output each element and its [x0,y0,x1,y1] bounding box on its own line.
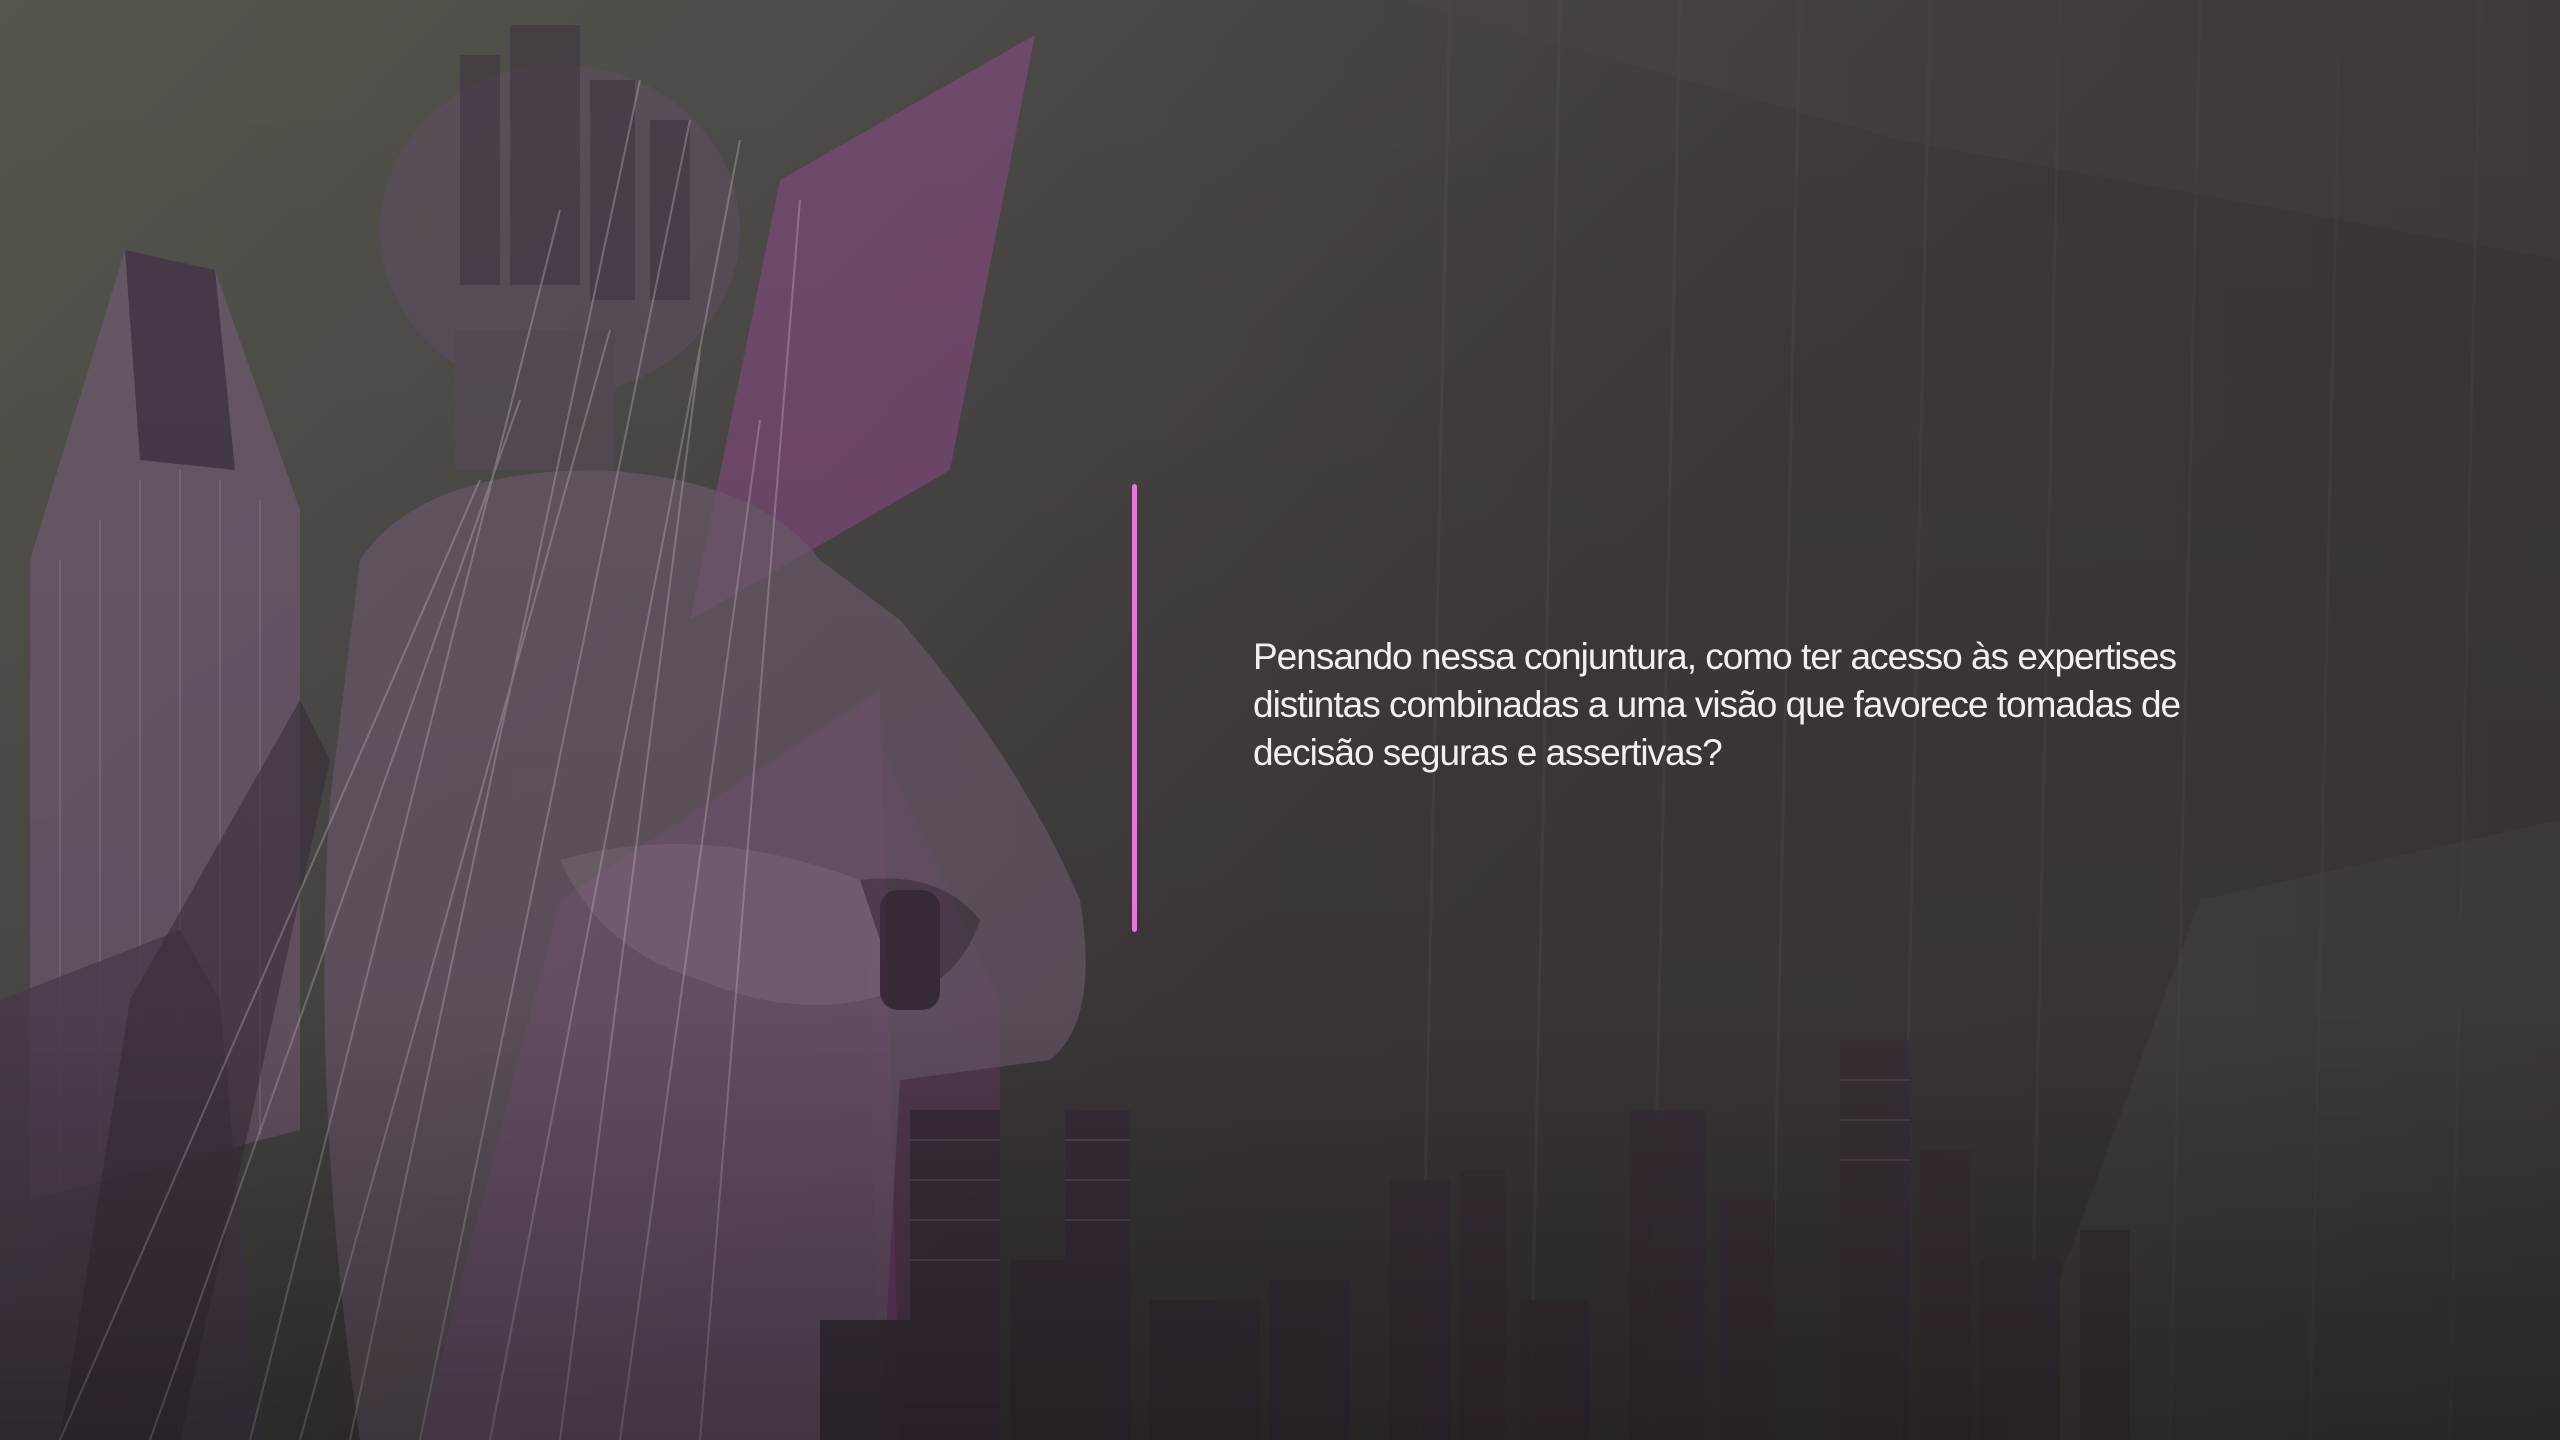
slide-body-text: Pensando nessa conjuntura, como ter aces… [1253,636,2181,773]
slide: Pensando nessa conjuntura, como ter aces… [0,0,2560,1440]
vertical-accent-line [1132,484,1137,932]
